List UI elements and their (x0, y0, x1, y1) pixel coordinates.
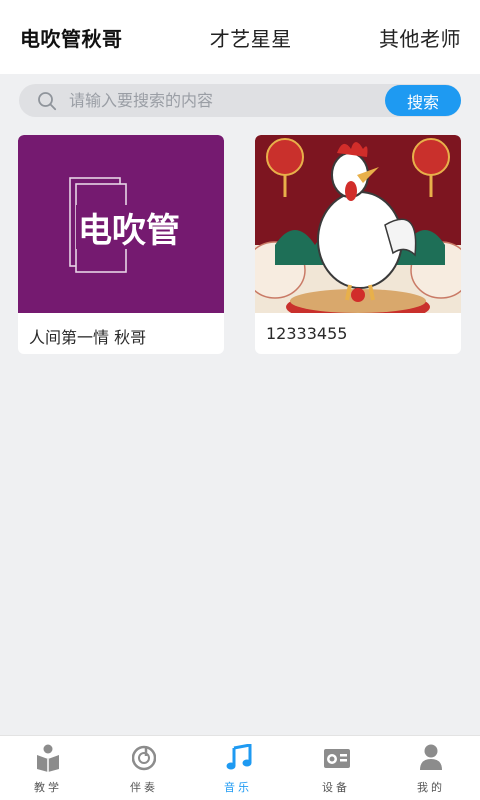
music-card[interactable]: 电吹管 人间第一情 秋哥 (18, 135, 224, 354)
nav-item-teaching[interactable]: 教学 (18, 736, 78, 800)
tab-other-teachers[interactable]: 其他老师 (379, 23, 461, 52)
nav-item-accompaniment[interactable]: 伴奏 (114, 736, 174, 800)
radio-icon (324, 749, 350, 768)
tab-caiyi-xingxing[interactable]: 才艺星星 (210, 23, 292, 52)
nav-item-music[interactable]: 音乐 (208, 736, 268, 800)
app-page: 电吹管秋哥 才艺星星 其他老师 搜索 电吹管 人间第一情 秋哥 (0, 0, 480, 800)
nav-item-mine[interactable]: 我的 (401, 736, 461, 800)
card-title: 人间第一情 秋哥 (29, 328, 147, 347)
card-title: 12333455 (266, 324, 348, 343)
person-icon (420, 744, 442, 770)
rooster-illustration-icon (255, 135, 461, 313)
svg-text:电吹管: 电吹管 (78, 211, 180, 251)
bottom-nav: 教学 伴奏 音乐 设备 我的 (0, 735, 480, 800)
search-input[interactable] (69, 84, 389, 117)
tab-dianchuiguan-qiuge[interactable]: 电吹管秋哥 (20, 23, 123, 52)
nav-item-device[interactable]: 设备 (306, 736, 366, 800)
search-bar: 搜索 (19, 84, 461, 117)
nav-label: 伴奏 (130, 781, 158, 794)
dianchuiguan-logo-icon: 电吹管 (18, 135, 224, 313)
nav-label: 音乐 (224, 781, 252, 794)
nav-label: 设备 (322, 781, 350, 794)
search-button[interactable]: 搜索 (385, 85, 461, 116)
card-cover-image: 电吹管 (18, 135, 224, 313)
music-card[interactable]: 12333455 (255, 135, 461, 354)
search-icon (38, 92, 57, 111)
card-cover-image (255, 135, 461, 313)
nav-label: 教学 (34, 781, 62, 794)
music-note-icon (226, 744, 252, 770)
disc-icon (132, 745, 156, 771)
top-tab-bar: 电吹管秋哥 才艺星星 其他老师 (0, 0, 480, 74)
book-person-icon (37, 744, 59, 772)
nav-label: 我的 (417, 781, 445, 794)
